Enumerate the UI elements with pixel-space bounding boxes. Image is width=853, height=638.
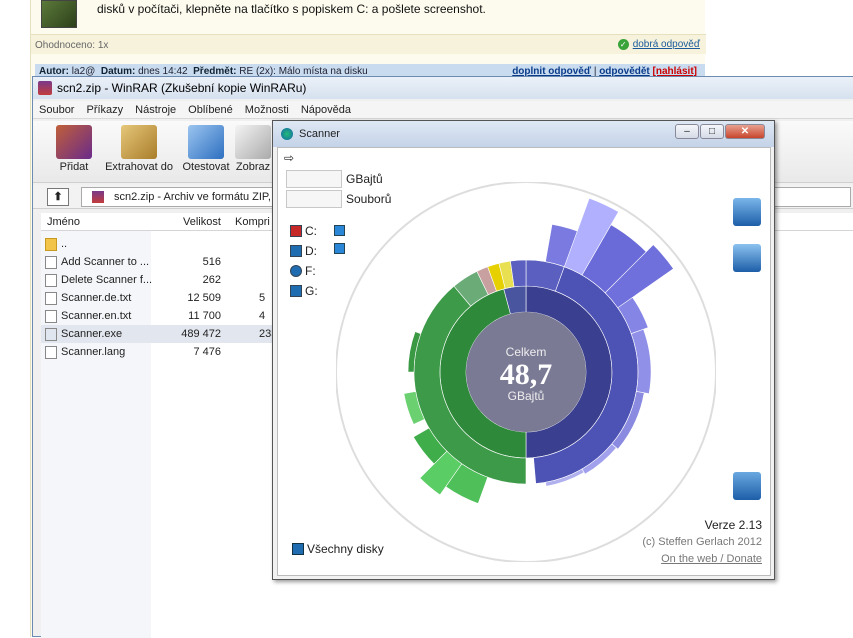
file-size: 516 [202, 256, 221, 268]
file-name: Add Scanner to ... [61, 256, 150, 268]
test-button-label: Otestovat [182, 161, 230, 173]
menu-oblibene[interactable]: Oblíbené [182, 101, 239, 116]
list-item[interactable]: Scanner.lang 7 476 [41, 343, 281, 361]
view-icon [235, 125, 271, 159]
rating-bar: Ohodnoceno: 1x ✓ dobrá odpověď [31, 34, 706, 54]
extract-button-label: Extrahovat do [105, 161, 173, 173]
archive-path-text: scn2.zip - Archiv ve formátu ZIP, ... [114, 191, 284, 203]
file-size: 7 476 [193, 346, 221, 358]
test-icon [188, 125, 224, 159]
recycle-bin-icon[interactable] [733, 244, 761, 272]
maximize-button[interactable]: □ [700, 124, 724, 139]
winrar-titlebar[interactable]: scn2.zip - WinRAR (Zkušební kopie WinRAR… [33, 77, 853, 99]
menu-prikazy[interactable]: Příkazy [80, 101, 129, 116]
all-disks-button[interactable]: Všechny disky [292, 542, 384, 556]
disk-info-icon[interactable] [733, 198, 761, 226]
exe-file-icon [45, 328, 57, 341]
list-item[interactable]: Scanner.de.txt 12 509 5 [41, 289, 281, 307]
extract-button[interactable]: Extrahovat do [103, 125, 175, 181]
menu-napoveda[interactable]: Nápověda [295, 101, 357, 116]
scanner-app-icon [281, 128, 293, 140]
list-item[interactable]: Delete Scanner f... 262 [41, 271, 281, 289]
winrar-menubar: Soubor Příkazy Nástroje Oblíbené Možnosti Náp… [33, 101, 853, 119]
file-name: Delete Scanner f... [61, 274, 153, 286]
archive-icon [92, 191, 104, 203]
file-name: Scanner.exe [61, 328, 123, 340]
file-size: 489 472 [181, 328, 221, 340]
menu-moznosti[interactable]: Možnosti [239, 101, 295, 116]
drive-f-icon [290, 265, 302, 277]
file-name: Scanner.de.txt [61, 292, 132, 304]
drive-f-label: F: [305, 264, 316, 278]
up-folder-button[interactable]: ⬆ [47, 188, 69, 206]
add-button-label: Přidat [59, 161, 89, 173]
good-answer-label: dobrá odpověď [632, 39, 700, 50]
list-item[interactable]: Add Scanner to ... 516 [41, 253, 281, 271]
check-icon: ✓ [617, 39, 629, 50]
scanner-titlebar[interactable]: Scanner – □ ✕ [273, 121, 774, 147]
folder-icon [45, 238, 57, 251]
refresh-icon[interactable] [733, 472, 761, 500]
drive-c-label: C: [305, 224, 317, 238]
list-item[interactable]: .. [41, 235, 281, 253]
add-archive-icon [56, 125, 92, 159]
view-button[interactable]: Zobraz [231, 125, 275, 181]
good-answer-link[interactable]: ✓ dobrá odpověď [617, 39, 700, 50]
scanner-title: Scanner [299, 128, 340, 140]
registry-file-icon [45, 274, 57, 287]
copyright-text: (c) Steffen Gerlach 2012 [642, 536, 762, 548]
text-file-icon [45, 346, 57, 359]
winrar-title: scn2.zip - WinRAR (Zkušební kopie WinRAR… [57, 81, 307, 95]
extract-icon [121, 125, 157, 159]
col-packed[interactable]: Kompri [235, 216, 270, 228]
post-text: disků v počítači, klepněte na tlačítko s… [97, 2, 486, 16]
all-disks-label: Všechny disky [307, 542, 384, 556]
test-button[interactable]: Otestovat [175, 125, 237, 181]
scanner-body: ⇨ GBajtů Souborů C: D: F: G: Celkem 48,7… [277, 147, 771, 576]
file-name: Scanner.en.txt [61, 310, 132, 322]
all-disks-icon [292, 543, 304, 555]
menu-soubor[interactable]: Soubor [33, 101, 80, 116]
file-size: 262 [202, 274, 221, 286]
file-size: 12 509 [187, 292, 221, 304]
text-file-icon [45, 310, 57, 323]
menu-nastroje[interactable]: Nástroje [129, 101, 182, 116]
list-item[interactable]: Scanner.exe 489 472 233 [41, 325, 281, 343]
center-value: 48,7 [500, 358, 553, 391]
gb-field [286, 170, 342, 188]
close-button[interactable]: ✕ [725, 124, 765, 139]
center-label: Celkem [506, 345, 547, 359]
file-packed: 4 [259, 310, 266, 322]
minimize-button[interactable]: – [675, 124, 699, 139]
rating-text: Ohodnoceno: 1x [35, 40, 109, 51]
back-arrow-icon[interactable]: ⇨ [284, 151, 294, 165]
col-size[interactable]: Velikost [183, 216, 221, 228]
avatar [41, 0, 77, 28]
files-field [286, 190, 342, 208]
file-name: .. [61, 238, 68, 250]
web-donate-link[interactable]: On the web / Donate [661, 553, 762, 565]
drive-d-label: D: [305, 244, 317, 258]
sunburst-chart: Celkem 48,7 GBajtů [336, 182, 716, 562]
drive-c-icon [290, 225, 302, 237]
drive-g-label: G: [305, 284, 318, 298]
file-size: 11 700 [188, 310, 221, 322]
file-name: Scanner.lang [61, 346, 126, 358]
file-packed: 5 [259, 292, 266, 304]
version-text: Verze 2.13 [704, 518, 762, 532]
col-name[interactable]: Jméno [47, 216, 80, 228]
add-button[interactable]: Přidat [43, 125, 105, 181]
registry-file-icon [45, 256, 57, 269]
list-item[interactable]: Scanner.en.txt 11 700 4 [41, 307, 281, 325]
view-button-label: Zobraz [235, 161, 271, 173]
drive-g-icon [290, 285, 302, 297]
center-unit: GBajtů [508, 389, 545, 403]
scanner-window: Scanner – □ ✕ ⇨ GBajtů Souborů C: D: F: … [272, 120, 775, 580]
drive-d-icon [290, 245, 302, 257]
text-file-icon [45, 292, 57, 305]
winrar-app-icon [38, 81, 52, 95]
